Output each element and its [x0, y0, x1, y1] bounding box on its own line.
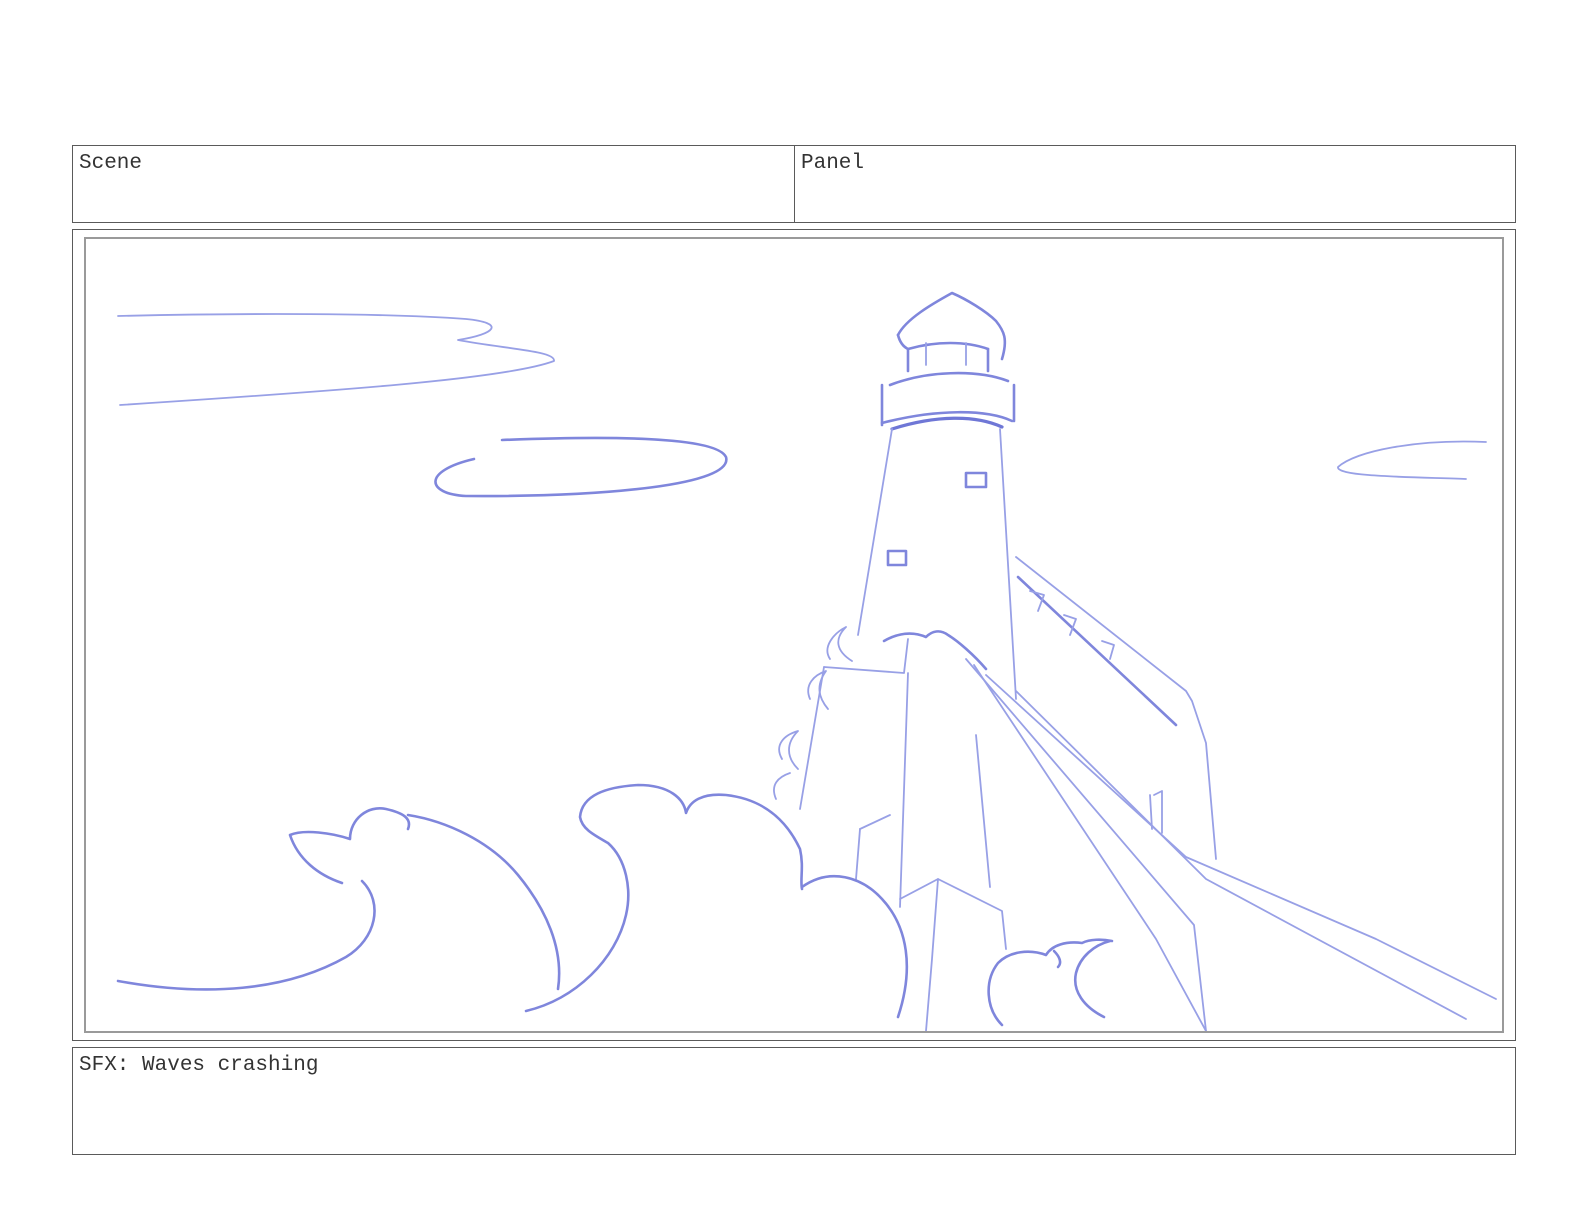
scene-label: Scene — [79, 152, 143, 175]
panel-frame — [72, 229, 1516, 1041]
lighthouse-base — [773, 556, 1497, 1031]
panel-drawing-area[interactable] — [84, 237, 1504, 1033]
scene-field[interactable]: Scene — [73, 146, 795, 222]
panel-label: Panel — [801, 152, 865, 175]
notes-field[interactable]: SFX: Waves crashing — [72, 1047, 1516, 1155]
waves — [116, 783, 1114, 1027]
panel-field[interactable]: Panel — [795, 146, 1515, 222]
lighthouse — [857, 291, 1017, 700]
storyboard-header: Scene Panel — [72, 145, 1516, 223]
clouds — [117, 313, 1487, 498]
lighthouse-sketch — [116, 291, 1497, 1031]
notes-text: SFX: Waves crashing — [79, 1054, 319, 1077]
